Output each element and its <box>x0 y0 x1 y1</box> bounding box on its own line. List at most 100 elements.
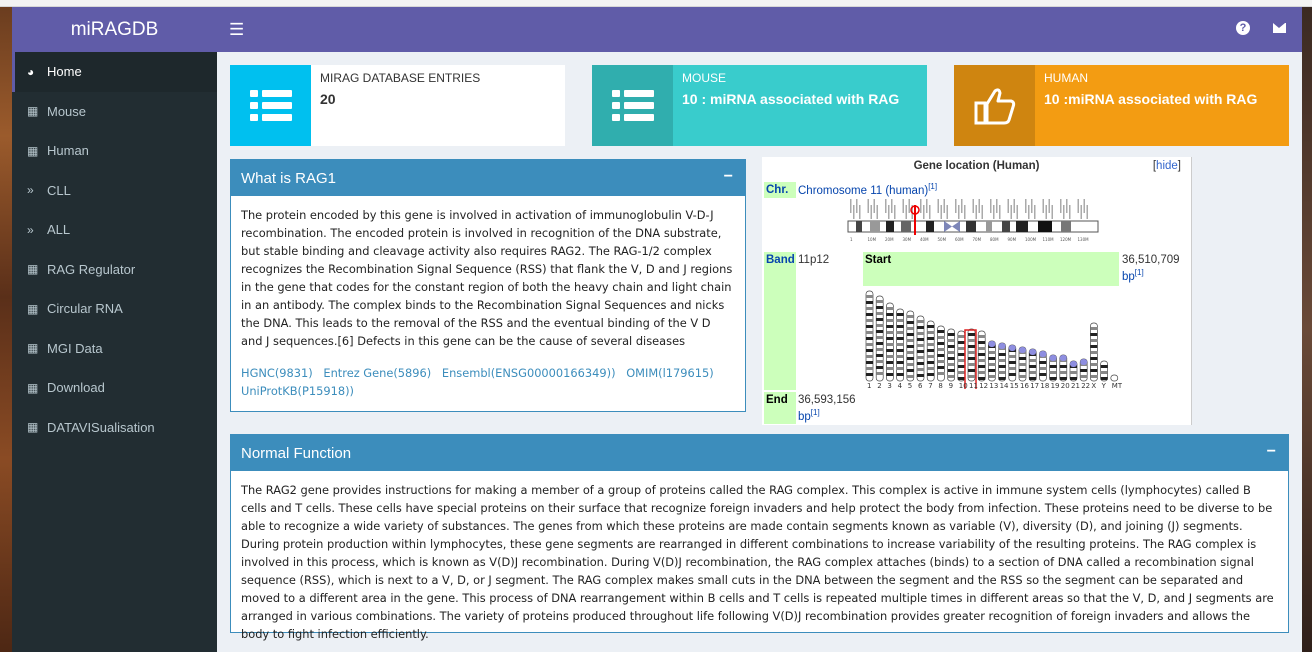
sidebar-item-label: Download <box>47 380 105 396</box>
sidebar-item-mgi-data[interactable]: ▦ MGI Data <box>12 329 217 369</box>
chr-value[interactable]: Chromosome 11 (human)[1] <box>798 182 937 197</box>
chromosome-16 <box>1018 346 1027 382</box>
sidebar-item-label: Mouse <box>47 103 87 119</box>
scale-label: 120M <box>1060 237 1072 242</box>
scale-label: 60M <box>955 237 964 242</box>
chromosome-3 <box>886 302 894 382</box>
link-hgnc[interactable]: HGNC(9831) <box>241 366 313 380</box>
link-ensembl[interactable]: Ensembl(ENSG00000166349)) <box>442 366 616 380</box>
sidebar-item-home[interactable]: ◕ Home <box>12 52 217 92</box>
chromosome-label: MT <box>1112 382 1122 389</box>
sidebar-item-download[interactable]: ▦ Download <box>12 368 217 408</box>
grid-icon: ▦ <box>27 262 39 277</box>
rag1-description: The protein encoded by this gene is invo… <box>241 208 733 348</box>
infobox-human: HUMAN 10 :miRNA associated with RAG <box>954 65 1289 146</box>
scale-label: 80M <box>990 237 999 242</box>
infobox-label: HUMAN <box>1044 71 1088 85</box>
infobox-label: MOUSE <box>682 71 727 85</box>
chromosome-label: 15 <box>1010 382 1019 389</box>
chevrons-right-icon: » <box>27 222 34 237</box>
dashboard-icon: ◕ <box>27 64 35 79</box>
infobox-database-entries: MIRAG DATABASE ENTRIES 20 <box>230 65 565 146</box>
end-value: 36,593,156 <box>798 394 856 406</box>
sidebar-item-all[interactable]: » ALL <box>12 210 217 250</box>
chromosome-Y <box>1100 360 1108 382</box>
gene-location-title: Gene location (Human) <box>913 160 1040 172</box>
chromosome-14 <box>998 342 1006 382</box>
link-entrez[interactable]: Entrez Gene(5896) <box>323 366 431 380</box>
sidebar-item-label: MGI Data <box>47 340 103 356</box>
chr-label: Chr. <box>764 182 796 198</box>
sidebar-item-label: Circular RNA <box>47 301 123 317</box>
sidebar-item-circular-rna[interactable]: ▦ Circular RNA <box>12 289 217 329</box>
hide-link[interactable]: [hide] <box>1153 160 1181 172</box>
scale-label: 90M <box>1008 237 1017 242</box>
top-navbar: ☰ ? <box>217 7 1302 52</box>
chromosome-label: 10 <box>959 382 968 389</box>
link-uniprot[interactable]: UniProtKB(P15918)) <box>241 384 354 398</box>
external-links: HGNC(9831) Entrez Gene(5896) Ensembl(ENS… <box>231 364 745 400</box>
infobox-value: 20 <box>320 91 336 107</box>
sidebar-item-cll[interactable]: » CLL <box>12 171 217 211</box>
sidebar-item-human[interactable]: ▦ Human <box>12 131 217 171</box>
chromosome-label: 16 <box>1020 382 1029 389</box>
grid-icon: ▦ <box>27 420 39 435</box>
chromosome-5 <box>906 310 915 382</box>
scale-label: 30M <box>903 237 912 242</box>
chromosome-20 <box>1059 354 1068 382</box>
grid-icon: ▦ <box>27 301 39 316</box>
chromosome-label: Y <box>1101 382 1107 389</box>
rag1-panel: What is RAG1 − The protein encoded by th… <box>230 159 746 412</box>
chromosome-7 <box>926 320 935 382</box>
scale-label: 70M <box>973 237 982 242</box>
infobox-mouse: MOUSE 10 : miRNA associated with RAG <box>592 65 927 146</box>
sidebar-item-rag-regulator[interactable]: ▦ RAG Regulator <box>12 250 217 290</box>
start-bp[interactable]: bp[1] <box>1122 268 1144 283</box>
link-omim[interactable]: OMIM(l179615) <box>626 366 714 380</box>
sidebar-item-label: Home <box>47 64 82 80</box>
chromosome-label: 11 <box>969 382 978 389</box>
sidebar-item-label: CLL <box>47 182 71 198</box>
sidebar-item-datavisualisation[interactable]: ▦ DATAVISualisation <box>12 408 217 448</box>
chromosome-1 <box>865 290 874 382</box>
scale-label: 100M <box>1025 237 1037 242</box>
chromosome-label: 12 <box>979 382 988 389</box>
envelope-icon[interactable] <box>1273 23 1286 33</box>
normal-function-header: Normal Function − <box>231 435 1288 471</box>
end-bp[interactable]: bp[1] <box>798 408 820 423</box>
chevrons-right-icon: » <box>27 183 34 198</box>
chromosome-label: 7 <box>928 382 932 389</box>
app-logo[interactable]: miRAGDB <box>12 7 217 52</box>
infobox-label: MIRAG DATABASE ENTRIES <box>320 71 481 85</box>
chromosome-21 <box>1069 360 1078 382</box>
sidebar-item-label: DATAVISualisation <box>47 419 155 435</box>
start-value: 36,510,709 <box>1122 254 1180 266</box>
chromosome-label: 9 <box>949 382 953 389</box>
chromosome-label: 20 <box>1061 382 1070 389</box>
chromosome-X <box>1090 322 1098 382</box>
scale-label: 20M <box>885 237 894 242</box>
chromosome-label: 6 <box>918 382 923 389</box>
chromosome-2 <box>875 295 884 382</box>
chromosome-label: 19 <box>1051 382 1060 389</box>
chromosome-label: 1 <box>867 382 871 389</box>
hamburger-icon[interactable]: ☰ <box>229 20 244 40</box>
end-label: End <box>764 392 796 424</box>
sidebar-item-mouse[interactable]: ▦ Mouse <box>12 92 217 132</box>
chromosome-label: 4 <box>898 382 903 389</box>
scale-label: 10M <box>868 237 877 242</box>
normal-function-panel: Normal Function − The RAG2 gene provides… <box>230 434 1289 641</box>
rag1-panel-header: What is RAG1 − <box>231 160 745 196</box>
chromosome-label: 21 <box>1071 382 1080 389</box>
collapse-button[interactable]: − <box>1267 443 1276 461</box>
thumbs-up-icon <box>954 65 1035 146</box>
collapse-button[interactable]: − <box>724 168 733 186</box>
chromosome-label: 2 <box>877 382 881 389</box>
normal-function-text: The RAG2 gene provides instructions for … <box>241 483 1274 641</box>
sidebar: ◕ Home ▦ Mouse ▦ Human» CLL» ALL ▦ RAG Regulator ▦… <box>12 52 217 652</box>
chromosome-label: 18 <box>1040 382 1049 389</box>
question-icon[interactable]: ? <box>1236 21 1250 35</box>
browser-bookmark-strip <box>0 0 1312 7</box>
chromosome-22 <box>1079 358 1088 382</box>
infobox-value: 10 :miRNA associated with RAG <box>1044 91 1258 107</box>
